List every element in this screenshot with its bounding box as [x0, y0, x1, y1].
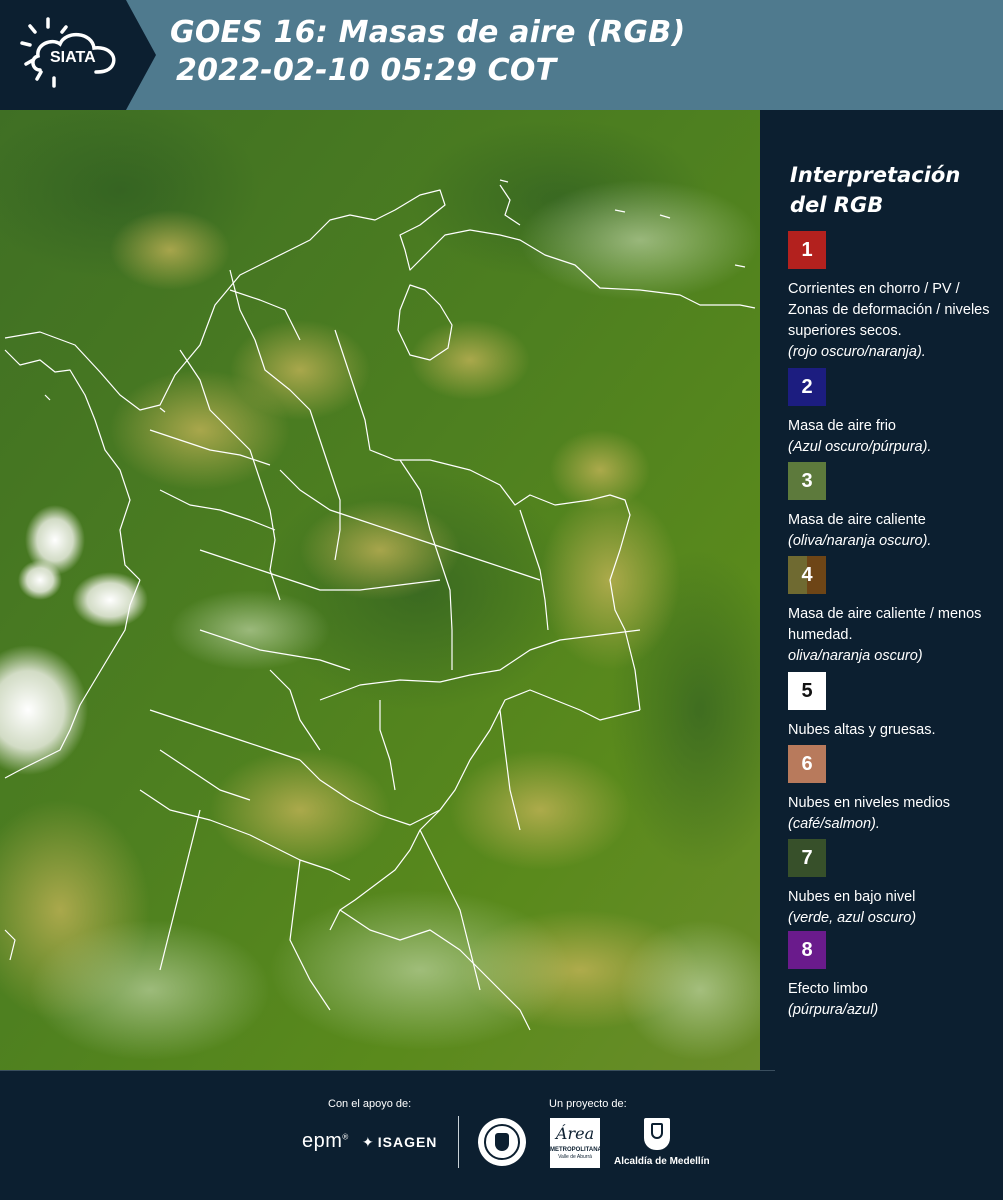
- swatch-number: 6: [801, 752, 813, 775]
- title-line-1: GOES 16: Masas de aire (RGB): [170, 15, 686, 50]
- medellin-seal-icon: [478, 1118, 526, 1166]
- swatch-3: 3: [788, 462, 826, 500]
- header-bar: SIATA GOES 16: Masas de aire (RGB) 2022-…: [0, 0, 1003, 110]
- legend-desc-text: Nubes altas y gruesas.: [788, 722, 936, 738]
- epm-text: epm: [302, 1130, 343, 1152]
- legend-panel: Interpretación del RGB 1 Corrientes en c…: [760, 110, 1003, 1070]
- legend-item-1: 1 Corrientes en chorro / PV / Zonas de d…: [788, 231, 998, 363]
- legend-desc-7: Nubes en bajo nivel (verde, azul oscuro): [788, 887, 998, 929]
- swatch-4: 4: [788, 556, 826, 594]
- isagen-star-icon: ✦: [362, 1134, 375, 1150]
- swatch-7: 7: [788, 839, 826, 877]
- legend-desc-text: Masa de aire frio: [788, 418, 896, 434]
- satellite-map[interactable]: [0, 110, 760, 1070]
- legend-desc-5: Nubes altas y gruesas.: [788, 720, 998, 741]
- isagen-logo: ✦ ISAGEN: [362, 1134, 437, 1151]
- legend-note: oliva/naranja oscuro): [788, 648, 923, 664]
- legend-item-4: 4 Masa de aire caliente / menos humedad.…: [788, 556, 998, 667]
- footer: Con el apoyo de: Un proyecto de: epm® ✦ I…: [0, 1070, 1003, 1200]
- siata-logo: SIATA: [0, 0, 158, 110]
- swatch-5: 5: [788, 672, 826, 710]
- legend-item-8: 8 Efecto limbo (púrpura/azul): [788, 931, 998, 1021]
- legend-note: (café/salmon).: [788, 816, 880, 832]
- legend-desc-8: Efecto limbo (púrpura/azul): [788, 979, 998, 1021]
- legend-desc-3: Masa de aire caliente (oliva/naranja oscu…: [788, 510, 998, 552]
- legend-note: (Azul oscuro/púrpura).: [788, 439, 932, 455]
- legend-desc-text: Nubes en bajo nivel: [788, 889, 916, 905]
- legend-desc-text: Nubes en niveles medios: [788, 795, 951, 811]
- satellite-image: [0, 110, 760, 1070]
- swatch-number: 2: [801, 375, 813, 398]
- legend-desc-2: Masa de aire frio (Azul oscuro/púrpura).: [788, 416, 998, 458]
- swatch-number: 4: [801, 563, 813, 586]
- swatch-number: 8: [801, 938, 813, 961]
- logo-text: SIATA: [50, 49, 96, 66]
- legend-item-6: 6 Nubes en niveles medios (café/salmon).: [788, 745, 998, 835]
- legend-desc-4: Masa de aire caliente / menos humedad. ol…: [788, 604, 998, 667]
- support-label: Con el apoyo de:: [328, 1098, 412, 1110]
- swatch-number: 3: [801, 469, 813, 492]
- footer-divider: [0, 1070, 775, 1071]
- legend-title: Interpretación del RGB: [790, 163, 961, 217]
- swatch-number: 7: [801, 846, 813, 869]
- swatch-number: 1: [801, 238, 813, 261]
- swatch-2: 2: [788, 368, 826, 406]
- project-label: Un proyecto de:: [549, 1098, 627, 1110]
- legend-item-7: 7 Nubes en bajo nivel (verde, azul oscuro…: [788, 839, 998, 929]
- footer-separator: [458, 1116, 459, 1168]
- area-metropolitana-logo: Área METROPOLITANA Valle de Aburrá: [550, 1118, 602, 1168]
- area-text: Área: [555, 1124, 595, 1143]
- swatch-1: 1: [788, 231, 826, 269]
- area-sub-text-2: Valle de Aburrá: [558, 1154, 592, 1160]
- isagen-text: ISAGEN: [377, 1134, 438, 1150]
- legend-desc-6: Nubes en niveles medios (café/salmon).: [788, 793, 998, 835]
- legend-desc-text: Corrientes en chorro / PV / Zonas de def…: [788, 281, 990, 339]
- legend-item-3: 3 Masa de aire caliente (oliva/naranja os…: [788, 462, 998, 552]
- legend-desc-text: Efecto limbo: [788, 981, 868, 997]
- swatch-6: 6: [788, 745, 826, 783]
- legend-item-5: 5 Nubes altas y gruesas.: [788, 672, 998, 741]
- legend-note: (rojo oscuro/naranja).: [788, 344, 926, 360]
- swatch-number: 5: [801, 679, 813, 702]
- legend-note: (verde, azul oscuro): [788, 910, 917, 926]
- alcaldia-text: Alcaldía de Medellín: [614, 1156, 710, 1167]
- epm-logo: epm®: [302, 1130, 349, 1152]
- legend-note: (oliva/naranja oscuro).: [788, 533, 932, 549]
- legend-desc-text: Masa de aire caliente: [788, 512, 926, 528]
- page-title: GOES 16: Masas de aire (RGB) 2022-02-10 …: [170, 14, 685, 90]
- title-line-2: 2022-02-10 05:29 COT: [176, 53, 557, 88]
- swatch-8: 8: [788, 931, 826, 969]
- legend-desc-1: Corrientes en chorro / PV / Zonas de def…: [788, 279, 998, 363]
- alcaldia-shield-icon: [644, 1118, 670, 1150]
- page: SIATA GOES 16: Masas de aire (RGB) 2022-…: [0, 0, 1003, 1200]
- legend-item-2: 2 Masa de aire frio (Azul oscuro/púrpura)…: [788, 368, 998, 458]
- legend-desc-text: Masa de aire caliente / menos humedad.: [788, 606, 982, 643]
- legend-note: (púrpura/azul): [788, 1002, 879, 1018]
- area-sub-text: METROPOLITANA: [550, 1147, 602, 1153]
